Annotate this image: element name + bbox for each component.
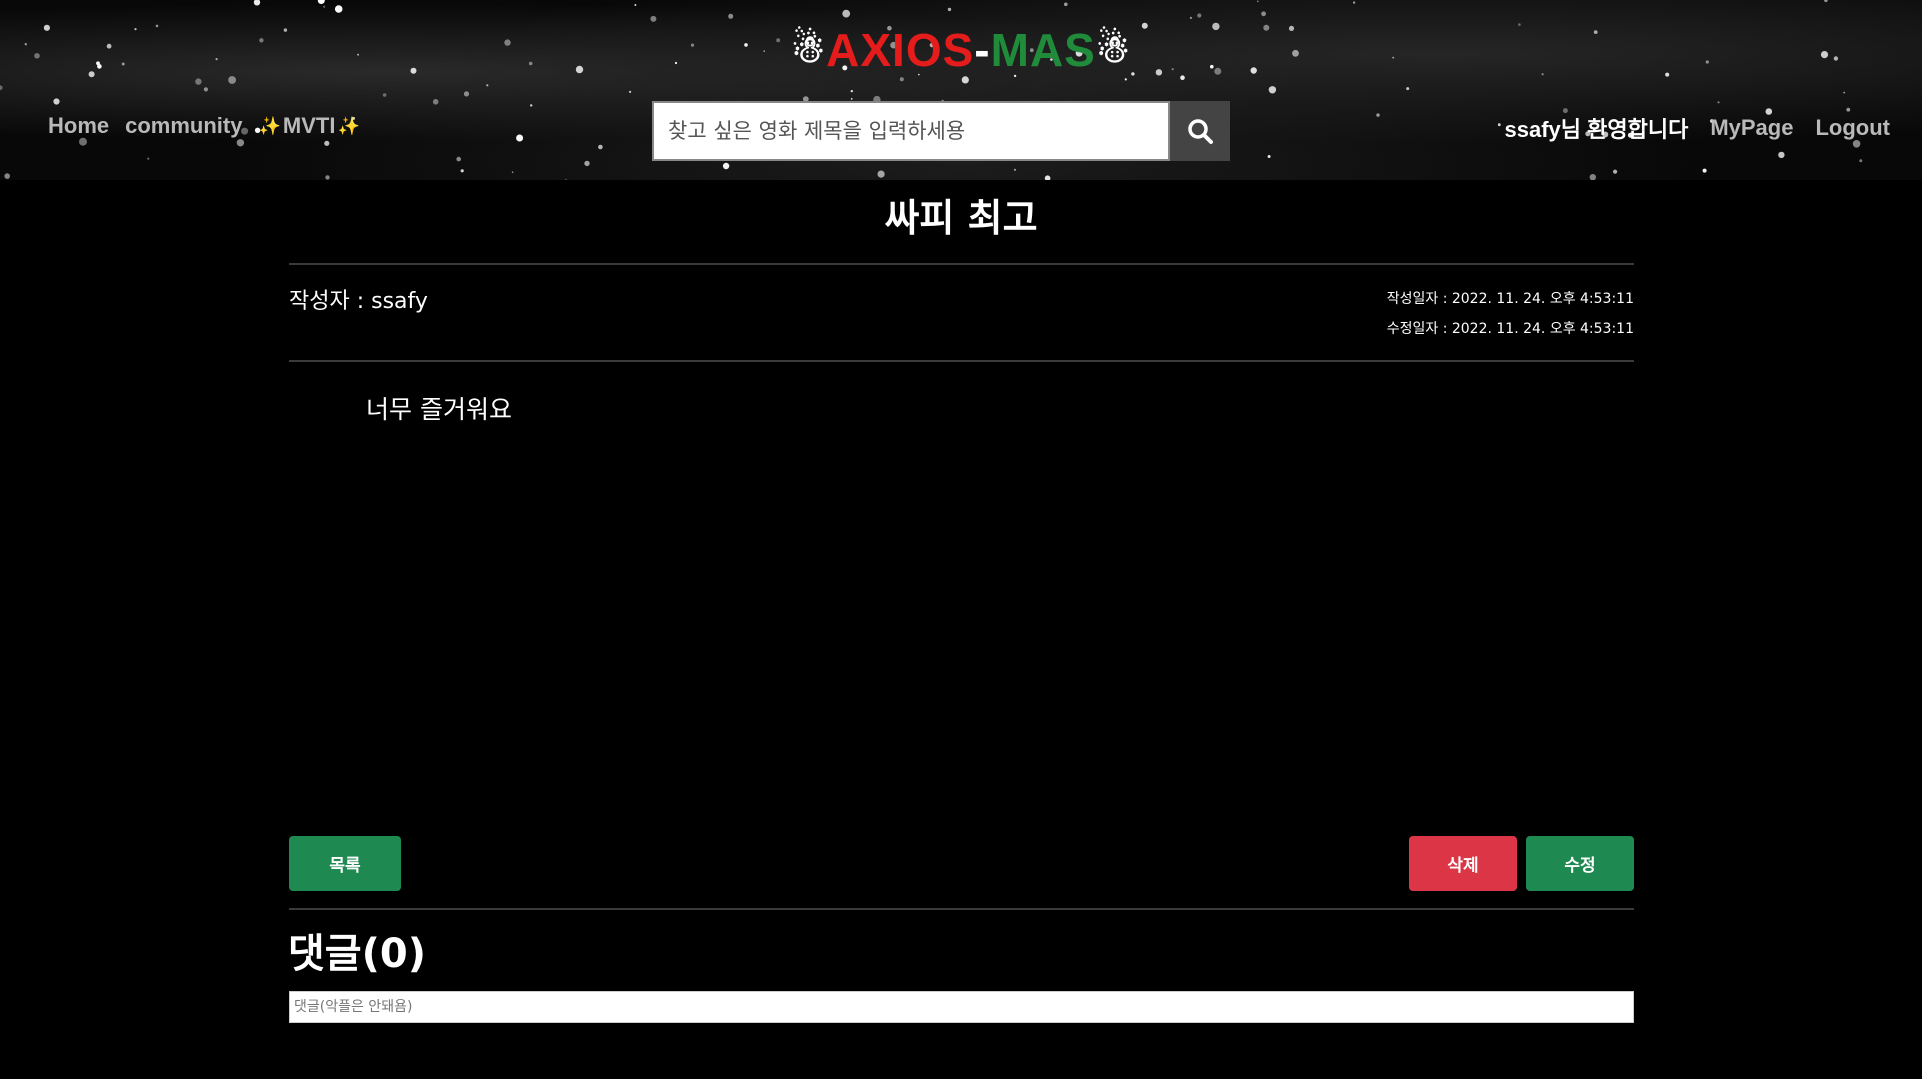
snowflake: [1859, 159, 1863, 163]
nav-community-link[interactable]: community: [125, 113, 242, 139]
snowflake: [1352, 1, 1356, 4]
list-button[interactable]: 목록: [289, 836, 401, 891]
search-button[interactable]: [1170, 101, 1230, 161]
snowflake: [1124, 78, 1127, 81]
snowflake: [323, 5, 326, 8]
snowflake: [1013, 168, 1017, 171]
snowflake: [53, 98, 60, 105]
snowflake: [516, 134, 524, 142]
snowflake: [325, 175, 330, 180]
snowflake: [253, 0, 261, 6]
nav-home-link[interactable]: Home: [48, 113, 109, 139]
snowman-icon: ☃: [791, 29, 827, 71]
snowflake: [650, 15, 657, 22]
snowflake: [511, 171, 514, 173]
snowflake: [456, 156, 462, 162]
logo-text-axios: AXIOS: [826, 24, 975, 76]
snowflake: [463, 91, 470, 97]
snowflake: [1044, 175, 1051, 180]
snowflake: [4, 173, 10, 179]
snowflake: [203, 87, 208, 92]
nav-mvti-label: MVTI: [282, 113, 336, 138]
snowflake: [1261, 11, 1266, 17]
post-dates: 작성일자 : 2022. 11. 24. 오후 4:53:11 수정일자 : 2…: [1387, 284, 1634, 344]
snowflake: [1843, 91, 1846, 94]
snowflake: [334, 5, 343, 13]
post-content: 너무 즐거워요: [366, 395, 512, 424]
snowflake: [1267, 155, 1271, 158]
snowflake: [877, 170, 885, 178]
modified-date: 수정일자 : 2022. 11. 24. 오후 4:53:11: [1386, 321, 1634, 337]
divider: [289, 263, 1634, 265]
snowflake: [0, 85, 3, 90]
delete-button[interactable]: 삭제: [1409, 836, 1517, 891]
snowflake: [1064, 2, 1068, 7]
snowflake: [850, 90, 853, 93]
snowman-icon: ☃: [1095, 29, 1131, 71]
snowflake: [460, 169, 464, 173]
edit-button[interactable]: 수정: [1526, 836, 1634, 891]
header: ☃AXIOS-MAS☃ Home community ✨ MVTI ✨ ssaf…: [0, 0, 1922, 180]
snowflake: [1702, 168, 1707, 173]
snowflake: [486, 84, 489, 87]
snowflake: [1406, 87, 1410, 91]
comment-input[interactable]: [289, 991, 1634, 1023]
site-logo[interactable]: ☃AXIOS-MAS☃: [0, 22, 1922, 78]
post-title: 싸피 최고: [884, 196, 1038, 240]
snowflake: [947, 7, 952, 12]
logo-text-dash: -: [974, 24, 991, 76]
snowflake: [1256, 0, 1259, 3]
movie-search: [652, 101, 1230, 161]
snowflake: [1824, 0, 1828, 3]
created-date: 작성일자 : 2022. 11. 24. 오후 4:53:11: [1386, 291, 1634, 307]
snowflake: [1717, 101, 1720, 104]
snowflake: [842, 9, 851, 18]
snowflake: [1778, 151, 1785, 159]
snowflake: [1189, 16, 1192, 19]
divider: [289, 908, 1634, 910]
comments-title: 댓글(0): [288, 931, 426, 977]
snowflake: [565, 178, 567, 180]
post-author: 작성자 : ssafy: [289, 289, 428, 314]
divider: [289, 360, 1634, 362]
welcome-message: ssafy님 환영합니다: [1504, 117, 1689, 142]
snowflake: [530, 104, 533, 107]
snowflake: [1376, 113, 1380, 117]
snowflake: [634, 4, 637, 6]
snowflake: [1497, 123, 1501, 127]
snowflake: [317, 0, 325, 4]
snowflake: [147, 157, 150, 160]
snowflake: [598, 144, 603, 150]
snowflake: [584, 160, 590, 167]
snowflake: [382, 93, 387, 97]
snowflake: [1589, 174, 1596, 180]
logo-text-mas: MAS: [990, 24, 1096, 76]
sparkle-icon: ✨: [337, 115, 360, 136]
logout-link[interactable]: Logout: [1815, 115, 1890, 141]
nav-mvti-link[interactable]: ✨ MVTI ✨: [258, 113, 359, 139]
snowflake: [850, 98, 853, 100]
snowflake: [1268, 86, 1277, 94]
search-input[interactable]: [652, 101, 1170, 161]
snowflake: [722, 162, 730, 170]
snowflake: [728, 13, 734, 19]
snowflake: [1613, 169, 1618, 174]
main-nav: Home community ✨ MVTI ✨: [48, 113, 360, 139]
snowflake: [236, 139, 245, 147]
mypage-link[interactable]: MyPage: [1710, 115, 1793, 141]
snowflake: [1197, 13, 1202, 18]
snowflake: [324, 140, 330, 146]
user-nav: ssafy님 환영합니다 MyPage Logout: [1504, 112, 1890, 144]
snowflake: [629, 90, 632, 93]
search-icon: [1188, 119, 1213, 144]
snowflake: [432, 99, 439, 105]
sparkle-icon: ✨: [258, 115, 281, 136]
snowflake: [195, 78, 202, 85]
